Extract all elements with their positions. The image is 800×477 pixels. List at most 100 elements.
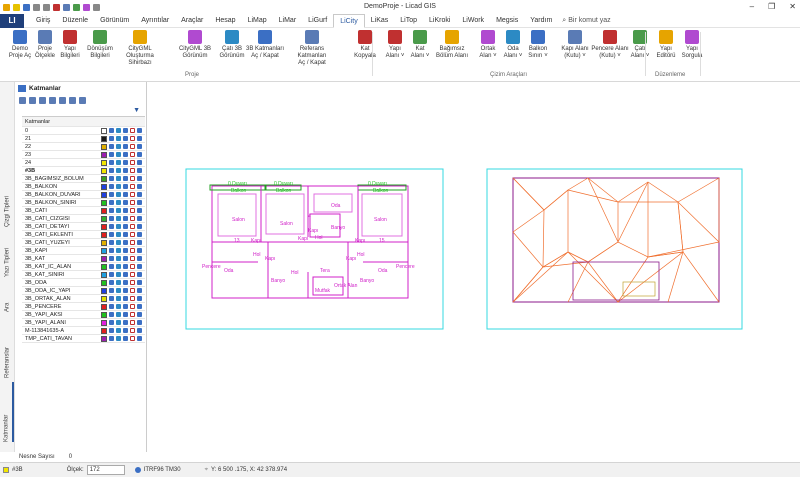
- layer-row[interactable]: 3B_CATI_EKLENTI: [22, 231, 145, 239]
- filter-icon[interactable]: ▼: [133, 107, 140, 114]
- layer-color-icon[interactable]: [69, 96, 76, 104]
- plot-icon[interactable]: [130, 288, 135, 293]
- freeze-icon[interactable]: [116, 272, 121, 277]
- layer-row[interactable]: 3B_CATI_DETAYI: [22, 223, 145, 231]
- menu-tab-giriş[interactable]: Giriş: [30, 14, 56, 28]
- layer-color-swatch[interactable]: [101, 167, 107, 174]
- plot-icon[interactable]: [130, 200, 135, 205]
- visibility-icon[interactable]: [109, 224, 114, 229]
- lock-icon[interactable]: [123, 224, 128, 229]
- freeze-icon[interactable]: [116, 320, 121, 325]
- plot-icon[interactable]: [130, 224, 135, 229]
- layers-3d-button[interactable]: 3B Katmanları Aç / Kapat: [245, 30, 285, 60]
- print-icon[interactable]: [137, 248, 142, 253]
- layer-color-swatch[interactable]: [101, 319, 107, 326]
- visibility-icon[interactable]: [109, 264, 114, 269]
- plot-icon[interactable]: [130, 336, 135, 341]
- visibility-icon[interactable]: [109, 296, 114, 301]
- visibility-icon[interactable]: [109, 136, 114, 141]
- unit-area-button[interactable]: Bağımsız Bölüm Alanı: [432, 30, 472, 60]
- app-logo[interactable]: LI: [0, 13, 24, 28]
- drawing-canvas[interactable]: 0 Duvarı Balkon 0 Duvarı Balkon 0 Duvarı…: [148, 82, 800, 462]
- print-icon[interactable]: [137, 176, 142, 181]
- lock-icon[interactable]: [123, 312, 128, 317]
- lock-icon[interactable]: [123, 264, 128, 269]
- visibility-icon[interactable]: [109, 280, 114, 285]
- layer-state-icon[interactable]: [59, 96, 66, 104]
- layer-row[interactable]: 3B_BAGIMSIZ_BOLUM: [22, 175, 145, 183]
- print-icon[interactable]: [137, 144, 142, 149]
- layer-row[interactable]: 3B_PENCERE: [22, 303, 145, 311]
- plot-icon[interactable]: [130, 256, 135, 261]
- layer-row[interactable]: 3B_ORTAK_ALAN: [22, 295, 145, 303]
- print-icon[interactable]: [137, 280, 142, 285]
- tab-yazi-tipleri[interactable]: Yazı Tipleri: [1, 232, 14, 277]
- print-icon[interactable]: [137, 168, 142, 173]
- plot-icon[interactable]: [130, 240, 135, 245]
- visibility-icon[interactable]: [109, 304, 114, 309]
- layer-row[interactable]: 22: [22, 143, 145, 151]
- menu-tab-likas[interactable]: LiKas: [365, 14, 395, 28]
- print-icon[interactable]: [137, 312, 142, 317]
- layer-color-swatch[interactable]: [101, 255, 107, 262]
- layer-color-swatch[interactable]: [101, 135, 107, 142]
- freeze-icon[interactable]: [116, 296, 121, 301]
- menu-tab-ligurf[interactable]: LiGurf: [302, 14, 333, 28]
- layer-color-swatch[interactable]: [101, 159, 107, 166]
- print-icon[interactable]: [137, 288, 142, 293]
- print-icon[interactable]: [137, 128, 142, 133]
- menu-tab-liwork[interactable]: LiWork: [456, 14, 490, 28]
- plot-icon[interactable]: [130, 160, 135, 165]
- layer-row[interactable]: #3B: [22, 167, 145, 175]
- maximize-icon[interactable]: ❐: [768, 2, 775, 11]
- menu-tab-ayrıntılar[interactable]: Ayrıntılar: [135, 14, 175, 28]
- current-layer-indicator[interactable]: #3B: [3, 467, 23, 473]
- lock-icon[interactable]: [123, 328, 128, 333]
- freeze-icon[interactable]: [116, 128, 121, 133]
- print-icon[interactable]: [137, 320, 142, 325]
- layer-row[interactable]: 0: [22, 127, 145, 135]
- lock-icon[interactable]: [123, 232, 128, 237]
- lock-icon[interactable]: [123, 304, 128, 309]
- freeze-icon[interactable]: [116, 248, 121, 253]
- freeze-icon[interactable]: [116, 208, 121, 213]
- freeze-icon[interactable]: [116, 200, 121, 205]
- layer-row[interactable]: 3B_CATI: [22, 207, 145, 215]
- visibility-icon[interactable]: [109, 272, 114, 277]
- layer-color-swatch[interactable]: [101, 191, 107, 198]
- layer-row[interactable]: M-113841635-A: [22, 327, 145, 335]
- print-icon[interactable]: [137, 296, 142, 301]
- freeze-icon[interactable]: [116, 144, 121, 149]
- freeze-icon[interactable]: [116, 136, 121, 141]
- visibility-icon[interactable]: [109, 144, 114, 149]
- layer-color-swatch[interactable]: [101, 327, 107, 334]
- print-icon[interactable]: [137, 136, 142, 141]
- menu-tab-düzenle[interactable]: Düzenle: [56, 14, 94, 28]
- freeze-icon[interactable]: [116, 264, 121, 269]
- plot-icon[interactable]: [130, 320, 135, 325]
- print-icon[interactable]: [137, 200, 142, 205]
- plot-icon[interactable]: [130, 232, 135, 237]
- visibility-icon[interactable]: [109, 152, 114, 157]
- print-icon[interactable]: [137, 208, 142, 213]
- visibility-icon[interactable]: [109, 128, 114, 133]
- close-icon[interactable]: ✕: [789, 2, 796, 11]
- layer-color-swatch[interactable]: [101, 287, 107, 294]
- freeze-icon[interactable]: [116, 304, 121, 309]
- lock-icon[interactable]: [123, 336, 128, 341]
- lock-icon[interactable]: [123, 248, 128, 253]
- citygml-button[interactable]: CityGML Oluşturma Sihirbazı: [120, 30, 160, 67]
- menu-tab-licity[interactable]: LiCity: [333, 13, 365, 28]
- print-icon[interactable]: [137, 224, 142, 229]
- print-icon[interactable]: [137, 304, 142, 309]
- lock-icon[interactable]: [123, 184, 128, 189]
- plot-icon[interactable]: [130, 168, 135, 173]
- layer-color-swatch[interactable]: [101, 183, 107, 190]
- layer-color-swatch[interactable]: [101, 207, 107, 214]
- layer-color-swatch[interactable]: [101, 143, 107, 150]
- layer-color-swatch[interactable]: [101, 231, 107, 238]
- scale-select[interactable]: 172: [86, 465, 125, 475]
- print-icon[interactable]: [137, 232, 142, 237]
- layer-color-swatch[interactable]: [101, 151, 107, 158]
- freeze-icon[interactable]: [116, 184, 121, 189]
